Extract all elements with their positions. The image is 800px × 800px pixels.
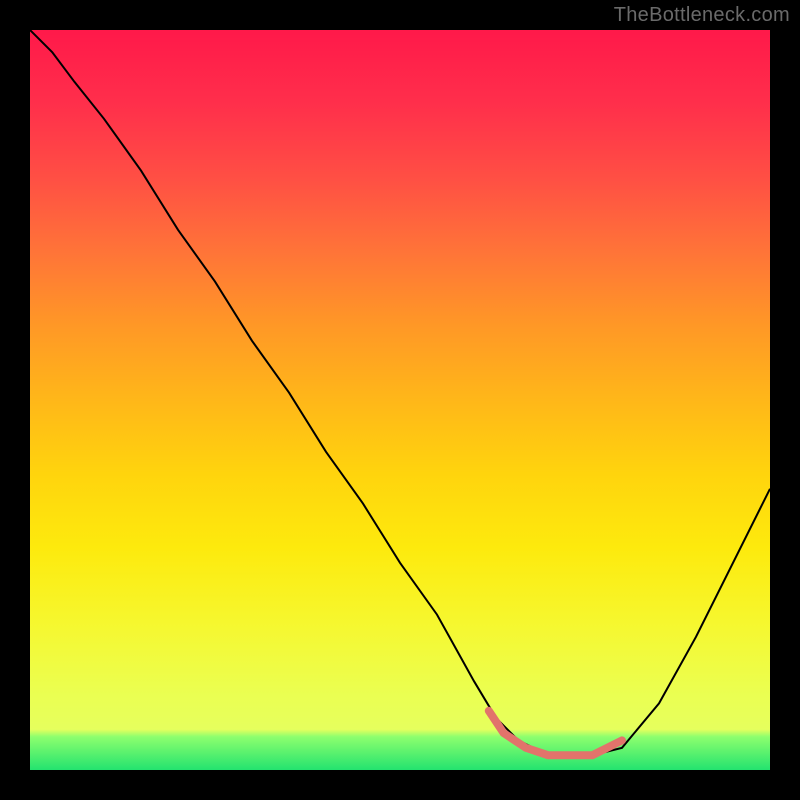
watermark-label: TheBottleneck.com (614, 4, 790, 27)
chart-svg (30, 30, 770, 770)
chart-frame: TheBottleneck.com (0, 0, 800, 800)
plot-background (30, 30, 770, 770)
plot-area (30, 30, 770, 770)
